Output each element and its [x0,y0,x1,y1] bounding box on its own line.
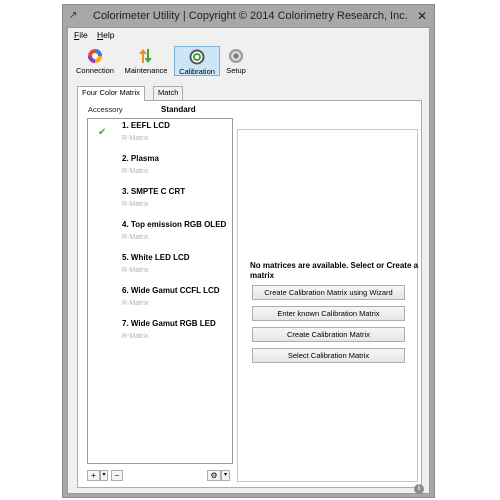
maintenance-icon [139,49,152,63]
connection-label: Connection [76,66,114,75]
list-item[interactable]: 6. Wide Gamut CCFL LCD R-Matrix [88,284,232,317]
create-matrix-wizard-button[interactable]: Create Calibration Matrix using Wizard [252,285,405,300]
add-button[interactable]: + [87,470,100,481]
client-area: File Help Connection Maintenance Calibra… [67,27,430,494]
connection-button[interactable]: Connection [72,46,118,76]
title-bar[interactable]: ↗ Colorimeter Utility | Copyright © 2014… [63,5,434,27]
no-matrices-message: No matrices are available. Select or Cre… [250,261,419,280]
matrix-list[interactable]: ✔ 1. EEFL LCD R-Matrix 2. Plasma R-Matri… [87,118,233,464]
four-color-matrix-panel: Accessory Standard ✔ 1. EEFL LCD R-Matri… [77,100,422,488]
toolbar: Connection Maintenance Calibration Setup [68,43,429,77]
list-item[interactable]: 7. Wide Gamut RGB LED R-Matrix [88,317,232,350]
check-icon: ✔ [98,127,107,138]
list-item[interactable]: ✔ 1. EEFL LCD R-Matrix [88,119,232,152]
enter-known-matrix-button[interactable]: Enter known Calibration Matrix [252,306,405,321]
tab-four-color-matrix[interactable]: Four Color Matrix [77,86,145,101]
matrix-detail-panel: No matrices are available. Select or Cre… [237,129,418,482]
window-title: Colorimeter Utility | Copyright © 2014 C… [93,10,408,22]
maintenance-button[interactable]: Maintenance [121,46,171,76]
matrix-type: R-Matrix [122,333,149,340]
list-item[interactable]: 2. Plasma R-Matrix [88,152,232,185]
tab-match[interactable]: Match [153,86,184,100]
gear-dropdown-chevron-down-icon[interactable]: ▾ [221,470,230,481]
app-window: ↗ Colorimeter Utility | Copyright © 2014… [62,4,435,498]
maintenance-label: Maintenance [124,66,168,75]
matrix-name: 2. Plasma [122,154,159,163]
menu-help[interactable]: Help [97,30,114,40]
list-item[interactable]: 4. Top emission RGB OLED R-Matrix [88,218,232,251]
setup-label: Setup [226,66,246,75]
select-matrix-button[interactable]: Select Calibration Matrix [252,348,405,363]
calibration-button[interactable]: Calibration [174,46,220,76]
info-icon[interactable]: i [414,484,424,494]
connection-icon [88,49,102,63]
matrix-name: 5. White LED LCD [122,253,190,262]
matrix-name: 3. SMPTE C CRT [122,187,186,196]
matrix-type: R-Matrix [122,234,149,241]
matrix-name: 7. Wide Gamut RGB LED [122,319,216,328]
matrix-type: R-Matrix [122,267,149,274]
matrix-name: 4. Top emission RGB OLED [122,220,227,229]
gear-icon[interactable]: ⚙ [207,470,221,481]
menu-bar: File Help [68,28,429,42]
list-item[interactable]: 3. SMPTE C CRT R-Matrix [88,185,232,218]
list-toolbar: + ▾ − ⚙ ▾ [87,470,233,482]
matrix-type: R-Matrix [122,201,149,208]
matrix-name: 1. EEFL LCD [122,121,170,130]
calibration-label: Calibration [179,67,215,76]
matrix-name: 6. Wide Gamut CCFL LCD [122,286,220,295]
close-icon[interactable]: ✕ [414,8,430,24]
setup-icon [229,49,243,63]
menu-file[interactable]: File [74,30,88,40]
create-matrix-button[interactable]: Create Calibration Matrix [252,327,405,342]
accessory-value: Standard [161,105,196,114]
app-icon: ↗ [69,10,78,21]
add-dropdown-chevron-down-icon[interactable]: ▾ [100,470,108,481]
status-bar: i [68,484,429,495]
remove-button[interactable]: − [111,470,123,481]
matrix-type: R-Matrix [122,135,149,142]
accessory-label: Accessory [88,105,123,114]
matrix-type: R-Matrix [122,300,149,307]
calibration-icon [189,49,205,65]
list-item[interactable]: 5. White LED LCD R-Matrix [88,251,232,284]
matrix-type: R-Matrix [122,168,149,175]
setup-button[interactable]: Setup [222,46,250,76]
